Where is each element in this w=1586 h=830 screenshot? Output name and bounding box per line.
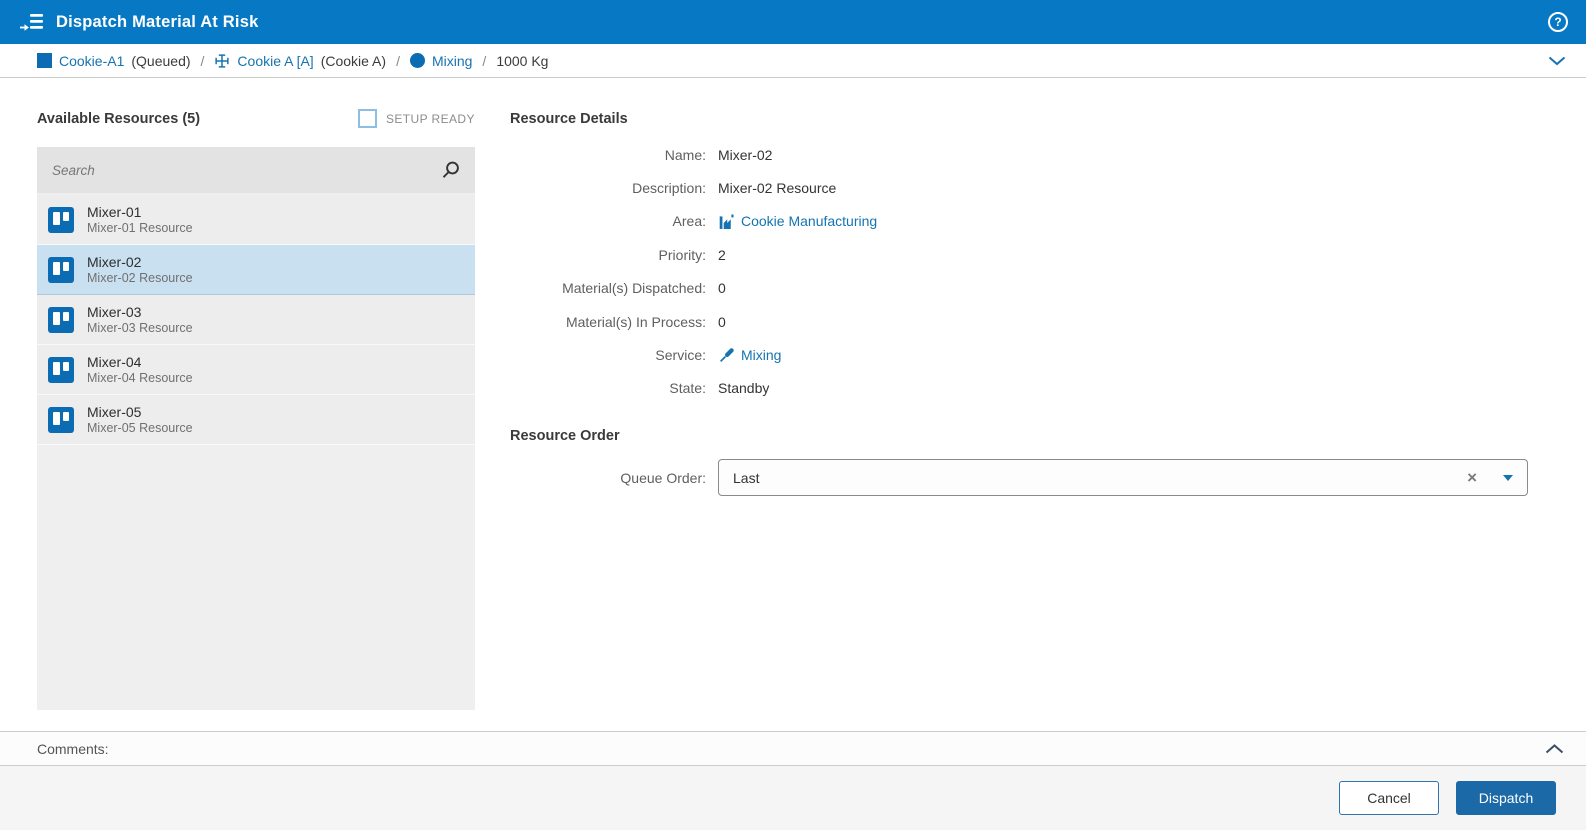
resource-name: Mixer-03 (87, 303, 142, 320)
chevron-up-icon[interactable] (1545, 743, 1564, 754)
cancel-button[interactable]: Cancel (1339, 781, 1439, 815)
search-input[interactable] (52, 162, 440, 178)
resource-icon (48, 206, 74, 233)
resource-icon (48, 306, 74, 333)
dispatch-icon (20, 13, 44, 31)
resource-description: Mixer-02 Resource (87, 270, 193, 285)
resource-icon (48, 356, 74, 383)
field-value: 0 (718, 313, 726, 330)
resource-name: Mixer-04 (87, 353, 142, 370)
breadcrumb-lot-status: (Queued) (131, 52, 191, 69)
title-bar: Dispatch Material At Risk ? (0, 0, 1586, 44)
breadcrumb-quantity: 1000 Kg (496, 52, 549, 69)
queue-order-dropdown[interactable]: Last × (718, 459, 1528, 496)
help-icon[interactable]: ? (1548, 12, 1568, 32)
area-link-label: Cookie Manufacturing (741, 213, 878, 230)
field-priority: Priority: 2 (510, 238, 1530, 271)
comments-label: Comments: (37, 740, 109, 757)
field-label: Area: (672, 213, 706, 230)
factory-icon (718, 213, 735, 230)
breadcrumb-separator: / (482, 52, 487, 69)
resource-order-title: Resource Order (510, 428, 620, 444)
resource-details-fields: Name: Mixer-02 Description: Mixer-02 Res… (510, 138, 1530, 405)
breadcrumb-step-status: (Cookie A) (320, 52, 387, 69)
field-materials-dispatched: Material(s) Dispatched: 0 (510, 272, 1530, 305)
breadcrumb-separator: / (200, 52, 205, 69)
breadcrumb-separator: / (396, 52, 400, 69)
resource-name: Mixer-05 (87, 403, 142, 420)
resource-icon (48, 406, 74, 433)
setup-ready-label: SETUP READY (386, 111, 475, 126)
breadcrumb-service-link[interactable]: Mixing (432, 53, 472, 69)
comments-bar: Comments: (0, 731, 1586, 766)
resource-description: Mixer-01 Resource (87, 220, 193, 235)
list-item-mixer-03[interactable]: Mixer-03 Mixer-03 Resource (37, 295, 475, 345)
resource-details-title: Resource Details (510, 111, 628, 127)
resource-icon (48, 256, 74, 283)
resource-list: Mixer-01 Mixer-01 Resource Mixer-02 Mixe… (37, 147, 475, 710)
service-link-label: Mixing (741, 347, 782, 364)
page-title: Dispatch Material At Risk (56, 12, 259, 31)
field-value: 2 (718, 246, 726, 263)
clear-icon[interactable]: × (1467, 468, 1477, 488)
setup-ready-control: SETUP READY (358, 109, 475, 128)
resource-name: Mixer-02 (87, 253, 142, 270)
field-value: Standby (718, 380, 770, 397)
resource-description: Mixer-05 Resource (87, 420, 193, 435)
field-label: State: (669, 380, 706, 397)
field-label: Material(s) Dispatched: (562, 280, 706, 297)
resource-name: Mixer-01 (87, 203, 142, 220)
breadcrumb-lot: Cookie-A1 (Queued) (37, 53, 191, 69)
field-area: Area: Cookie Manufacturing (510, 205, 1530, 238)
field-label: Name: (664, 146, 706, 163)
chevron-down-icon[interactable] (1548, 56, 1566, 66)
service-link[interactable]: Mixing (718, 347, 781, 364)
breadcrumb-service: Mixing (409, 53, 472, 69)
available-resources-title: Available Resources (5) (37, 111, 201, 127)
field-service: Service: Mixing (510, 338, 1530, 371)
operation-icon (214, 53, 230, 69)
field-value: Mixer-02 (718, 146, 773, 163)
queue-order-row: Queue Order: Last × (510, 459, 1528, 496)
breadcrumb-step: Cookie A [A] (Cookie A) (214, 53, 386, 69)
list-item-mixer-02[interactable]: Mixer-02 Mixer-02 Resource (37, 245, 475, 295)
service-dot-icon (409, 53, 425, 68)
dispatch-button[interactable]: Dispatch (1456, 781, 1556, 815)
field-label: Priority: (658, 246, 706, 263)
list-item-mixer-01[interactable]: Mixer-01 Mixer-01 Resource (37, 195, 475, 245)
area-link[interactable]: Cookie Manufacturing (718, 213, 877, 230)
field-state: State: Standby (510, 372, 1530, 405)
setup-ready-checkbox[interactable] (358, 109, 377, 128)
dropdown-caret-icon[interactable] (1503, 474, 1513, 481)
field-materials-in-process: Material(s) In Process: 0 (510, 305, 1530, 338)
resource-description: Mixer-03 Resource (87, 320, 193, 335)
search-icon[interactable] (440, 160, 461, 181)
resource-description: Mixer-04 Resource (87, 370, 193, 385)
field-value: 0 (718, 280, 726, 297)
field-label: Service: (655, 347, 706, 364)
footer-bar: Cancel Dispatch (0, 766, 1586, 830)
list-item-mixer-04[interactable]: Mixer-04 Mixer-04 Resource (37, 345, 475, 395)
field-label: Description: (632, 180, 706, 197)
tool-icon (718, 347, 735, 364)
breadcrumb-lot-link[interactable]: Cookie-A1 (59, 53, 124, 69)
dispatch-material-dialog: Dispatch Material At Risk ? Cookie-A1 (Q… (0, 0, 1586, 830)
field-label: Material(s) In Process: (565, 313, 706, 330)
field-value: Mixer-02 Resource (718, 180, 837, 197)
breadcrumb: Cookie-A1 (Queued) / Cookie A [A] (Cooki… (0, 44, 1586, 78)
material-icon (37, 53, 52, 68)
queue-order-value: Last (733, 469, 760, 486)
breadcrumb-step-link[interactable]: Cookie A [A] (237, 53, 313, 69)
search-bar (37, 147, 475, 193)
list-item-mixer-05[interactable]: Mixer-05 Mixer-05 Resource (37, 395, 475, 445)
field-description: Description: Mixer-02 Resource (510, 171, 1530, 204)
field-name: Name: Mixer-02 (510, 138, 1530, 171)
queue-order-label: Queue Order: (620, 469, 706, 486)
